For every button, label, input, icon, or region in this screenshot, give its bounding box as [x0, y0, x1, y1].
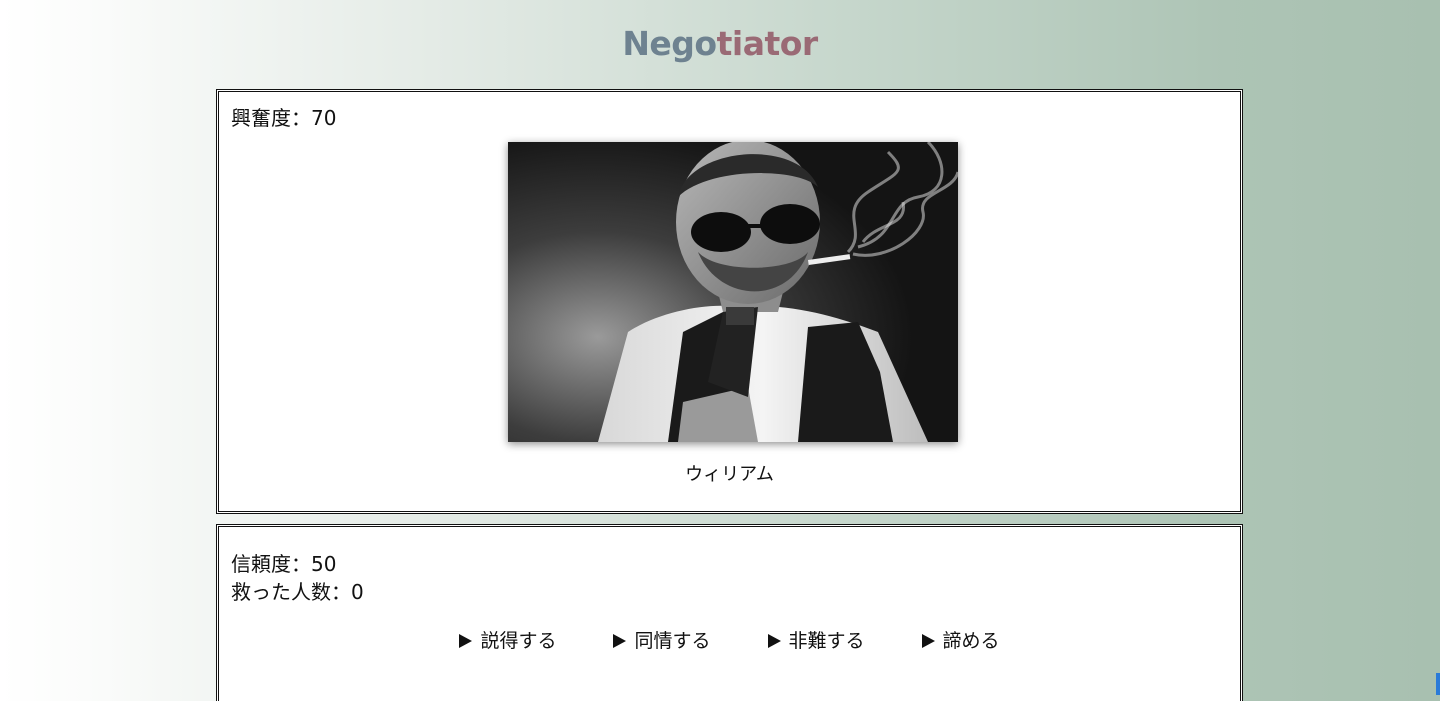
opponent-name: ウィリアム — [685, 464, 774, 485]
persuade-label: 説得する — [480, 630, 557, 652]
excitement-label: 興奮度： — [231, 106, 311, 130]
trust-stat: 信頼度：50 — [231, 550, 336, 578]
player-panel: 信頼度：50 救った人数：0 説得する 同情する 非難する 諦める — [216, 524, 1243, 701]
trust-label: 信頼度： — [231, 552, 311, 576]
app-title-part1: Nego — [622, 24, 717, 63]
opponent-portrait — [508, 142, 958, 442]
saved-count-value: 0 — [351, 580, 364, 604]
excitement-value: 70 — [311, 106, 337, 130]
play-arrow-icon — [921, 634, 935, 648]
action-menu: 説得する 同情する 非難する 諦める — [219, 627, 1240, 655]
window-edge-marker — [1436, 673, 1440, 695]
app-title: Negotiator — [0, 22, 1440, 66]
portrait-image — [508, 142, 958, 442]
play-arrow-icon — [767, 634, 781, 648]
play-arrow-icon — [613, 634, 627, 648]
excitement-stat: 興奮度：70 — [231, 104, 336, 132]
play-arrow-icon — [459, 634, 473, 648]
give-up-label: 諦める — [942, 630, 1000, 652]
opponent-panel: 興奮度：70 ウィリアム — [216, 89, 1243, 514]
blame-button[interactable]: 非難する — [767, 627, 865, 655]
give-up-button[interactable]: 諦める — [921, 627, 1000, 655]
trust-value: 50 — [311, 552, 337, 576]
sympathize-button[interactable]: 同情する — [613, 627, 711, 655]
sympathize-label: 同情する — [634, 630, 711, 652]
blame-label: 非難する — [788, 630, 865, 652]
app-title-part2: tiator — [716, 24, 819, 63]
saved-count-label: 救った人数： — [231, 580, 351, 604]
saved-count-stat: 救った人数：0 — [231, 578, 364, 606]
persuade-button[interactable]: 説得する — [459, 627, 556, 655]
